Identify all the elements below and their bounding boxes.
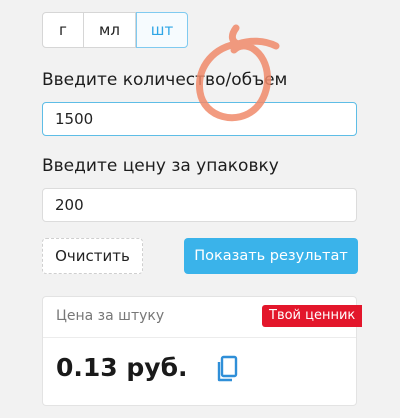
unit-option-pcs[interactable]: шт — [136, 12, 188, 48]
unit-option-g[interactable]: г — [42, 12, 84, 48]
unit-option-ml[interactable]: мл — [84, 12, 136, 48]
result-card: Цена за штуку Твой ценник 0.13 руб. — [42, 296, 363, 406]
price-calculator-screen: г мл шт Введите количество/объем Введите… — [0, 0, 400, 418]
quantity-label: Введите количество/объем — [42, 70, 288, 90]
show-result-button[interactable]: Показать результат — [184, 238, 358, 274]
clear-button[interactable]: Очистить — [42, 238, 143, 274]
price-input[interactable] — [42, 188, 357, 222]
result-value: 0.13 руб. — [56, 353, 188, 382]
copy-icon[interactable] — [215, 355, 239, 383]
price-label: Введите цену за упаковку — [42, 156, 279, 176]
quantity-input[interactable] — [42, 102, 357, 136]
result-title: Цена за штуку — [56, 308, 165, 324]
unit-selector: г мл шт — [42, 12, 188, 48]
result-header: Цена за штуку Твой ценник — [43, 297, 363, 338]
price-tag-badge: Твой ценник — [262, 305, 363, 327]
